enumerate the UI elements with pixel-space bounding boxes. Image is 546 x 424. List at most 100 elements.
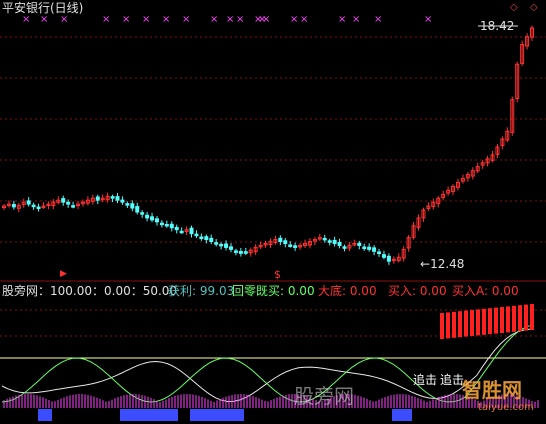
price-markers: $▶ xyxy=(60,25,518,281)
x-marker: × xyxy=(122,14,130,25)
candle-body xyxy=(11,203,16,208)
x-marker: × xyxy=(142,14,150,25)
bottom-ribbons xyxy=(38,409,412,421)
blue-ribbon xyxy=(190,409,244,421)
buy-a-value: 买入A: 0.00 xyxy=(452,284,519,298)
x-marker: × xyxy=(374,14,382,25)
red-block xyxy=(464,310,468,337)
candle-body xyxy=(199,236,204,240)
red-block xyxy=(512,305,516,332)
candle-body xyxy=(293,245,298,248)
candle-body xyxy=(327,240,332,243)
blue-ribbon xyxy=(120,409,178,421)
red-block xyxy=(518,305,522,332)
indicator-name[interactable]: 股旁网：100.00：0.00：50.00 xyxy=(2,284,177,298)
high-price-label: 18.42 xyxy=(480,19,514,33)
candle-body xyxy=(243,251,248,254)
red-block xyxy=(506,306,510,333)
candle-body xyxy=(362,246,367,250)
buy-value: 买入: 0.00 xyxy=(388,284,447,298)
red-block xyxy=(500,307,504,333)
high-price-value: 18.42 xyxy=(480,19,515,33)
x-marker: × xyxy=(60,14,68,25)
candle-body xyxy=(342,246,347,249)
candle-body xyxy=(337,242,342,246)
red-block xyxy=(470,310,474,336)
candle-body xyxy=(61,198,66,203)
x-marker: × xyxy=(262,14,270,25)
candle-body xyxy=(357,242,362,246)
candle-body xyxy=(194,233,199,237)
dollar-marker: $ xyxy=(274,268,281,281)
candle-body xyxy=(95,196,100,201)
red-block xyxy=(452,311,456,338)
left-arrow-icon: ← xyxy=(420,257,431,271)
candle-body xyxy=(140,212,145,215)
candle-body xyxy=(214,242,219,245)
candle-body xyxy=(233,250,238,253)
candle-body xyxy=(36,206,41,210)
x-marker: × xyxy=(352,14,360,25)
chase-annotation: 追击 xyxy=(440,373,465,387)
candle-body xyxy=(322,237,327,241)
diamond-icon: ◇ xyxy=(510,2,518,13)
candle-body xyxy=(204,236,209,241)
red-block xyxy=(476,309,480,336)
x-marker: × xyxy=(210,14,218,25)
candle-body xyxy=(367,246,372,250)
candle-body xyxy=(120,199,125,203)
candle-body xyxy=(110,196,115,199)
x-marker: × xyxy=(162,14,170,25)
candle-body xyxy=(26,200,31,205)
candle-body xyxy=(115,196,120,201)
chase-annotation: 追击 xyxy=(413,373,438,387)
triangle-marker: ▶ xyxy=(60,269,67,279)
candle-body xyxy=(179,230,184,234)
candle-body xyxy=(164,223,169,227)
watermark-text: 股旁网 xyxy=(294,384,354,408)
candle-body xyxy=(169,223,174,229)
buy-back-value: 回零既买: 0.00 xyxy=(232,284,315,298)
candle-body xyxy=(135,206,140,213)
red-block xyxy=(458,311,462,338)
x-marker: × xyxy=(290,14,298,25)
white-indicator-line xyxy=(1,328,531,403)
candle-body xyxy=(159,222,164,226)
price-gridlines xyxy=(0,36,546,243)
x-marker: × xyxy=(226,14,234,25)
candle-body xyxy=(283,240,288,244)
red-block xyxy=(482,308,486,335)
chart-canvas[interactable]: × × × × × × × × × × × ××× × × × × × × $▶ xyxy=(0,0,546,424)
red-block xyxy=(524,304,528,331)
x-marker: × xyxy=(40,14,48,25)
red-block xyxy=(530,304,534,330)
x-marker: × xyxy=(182,14,190,25)
candle-body xyxy=(377,251,382,254)
candle-body xyxy=(228,246,233,250)
candle-body xyxy=(150,216,155,221)
indicator-series xyxy=(1,304,539,408)
candle-body xyxy=(145,214,150,219)
candle-body xyxy=(219,243,224,247)
chart-title: 平安银行(日线) xyxy=(2,1,84,15)
candle-body xyxy=(381,254,386,258)
x-marker: × xyxy=(424,14,432,25)
candle-body xyxy=(386,255,391,262)
candle-body xyxy=(189,227,194,235)
candle-body xyxy=(224,243,229,248)
watermark-logo: 智胜网 xyxy=(462,378,522,402)
blue-ribbon xyxy=(392,409,412,421)
low-price-value: 12.48 xyxy=(430,257,465,271)
red-block xyxy=(446,312,450,339)
blue-ribbon xyxy=(38,409,52,421)
candle-body xyxy=(372,247,377,252)
candlestick-series xyxy=(2,25,534,265)
diamond-icon: ◇ xyxy=(530,2,538,13)
red-block xyxy=(488,308,492,335)
candle-body xyxy=(71,205,76,208)
top-x-markers: × × × × × × × × × × × ××× × × × × × × xyxy=(22,14,432,25)
candle-body xyxy=(66,201,71,205)
red-block xyxy=(494,307,498,334)
x-marker: × xyxy=(22,14,30,25)
candle-body xyxy=(174,226,179,231)
